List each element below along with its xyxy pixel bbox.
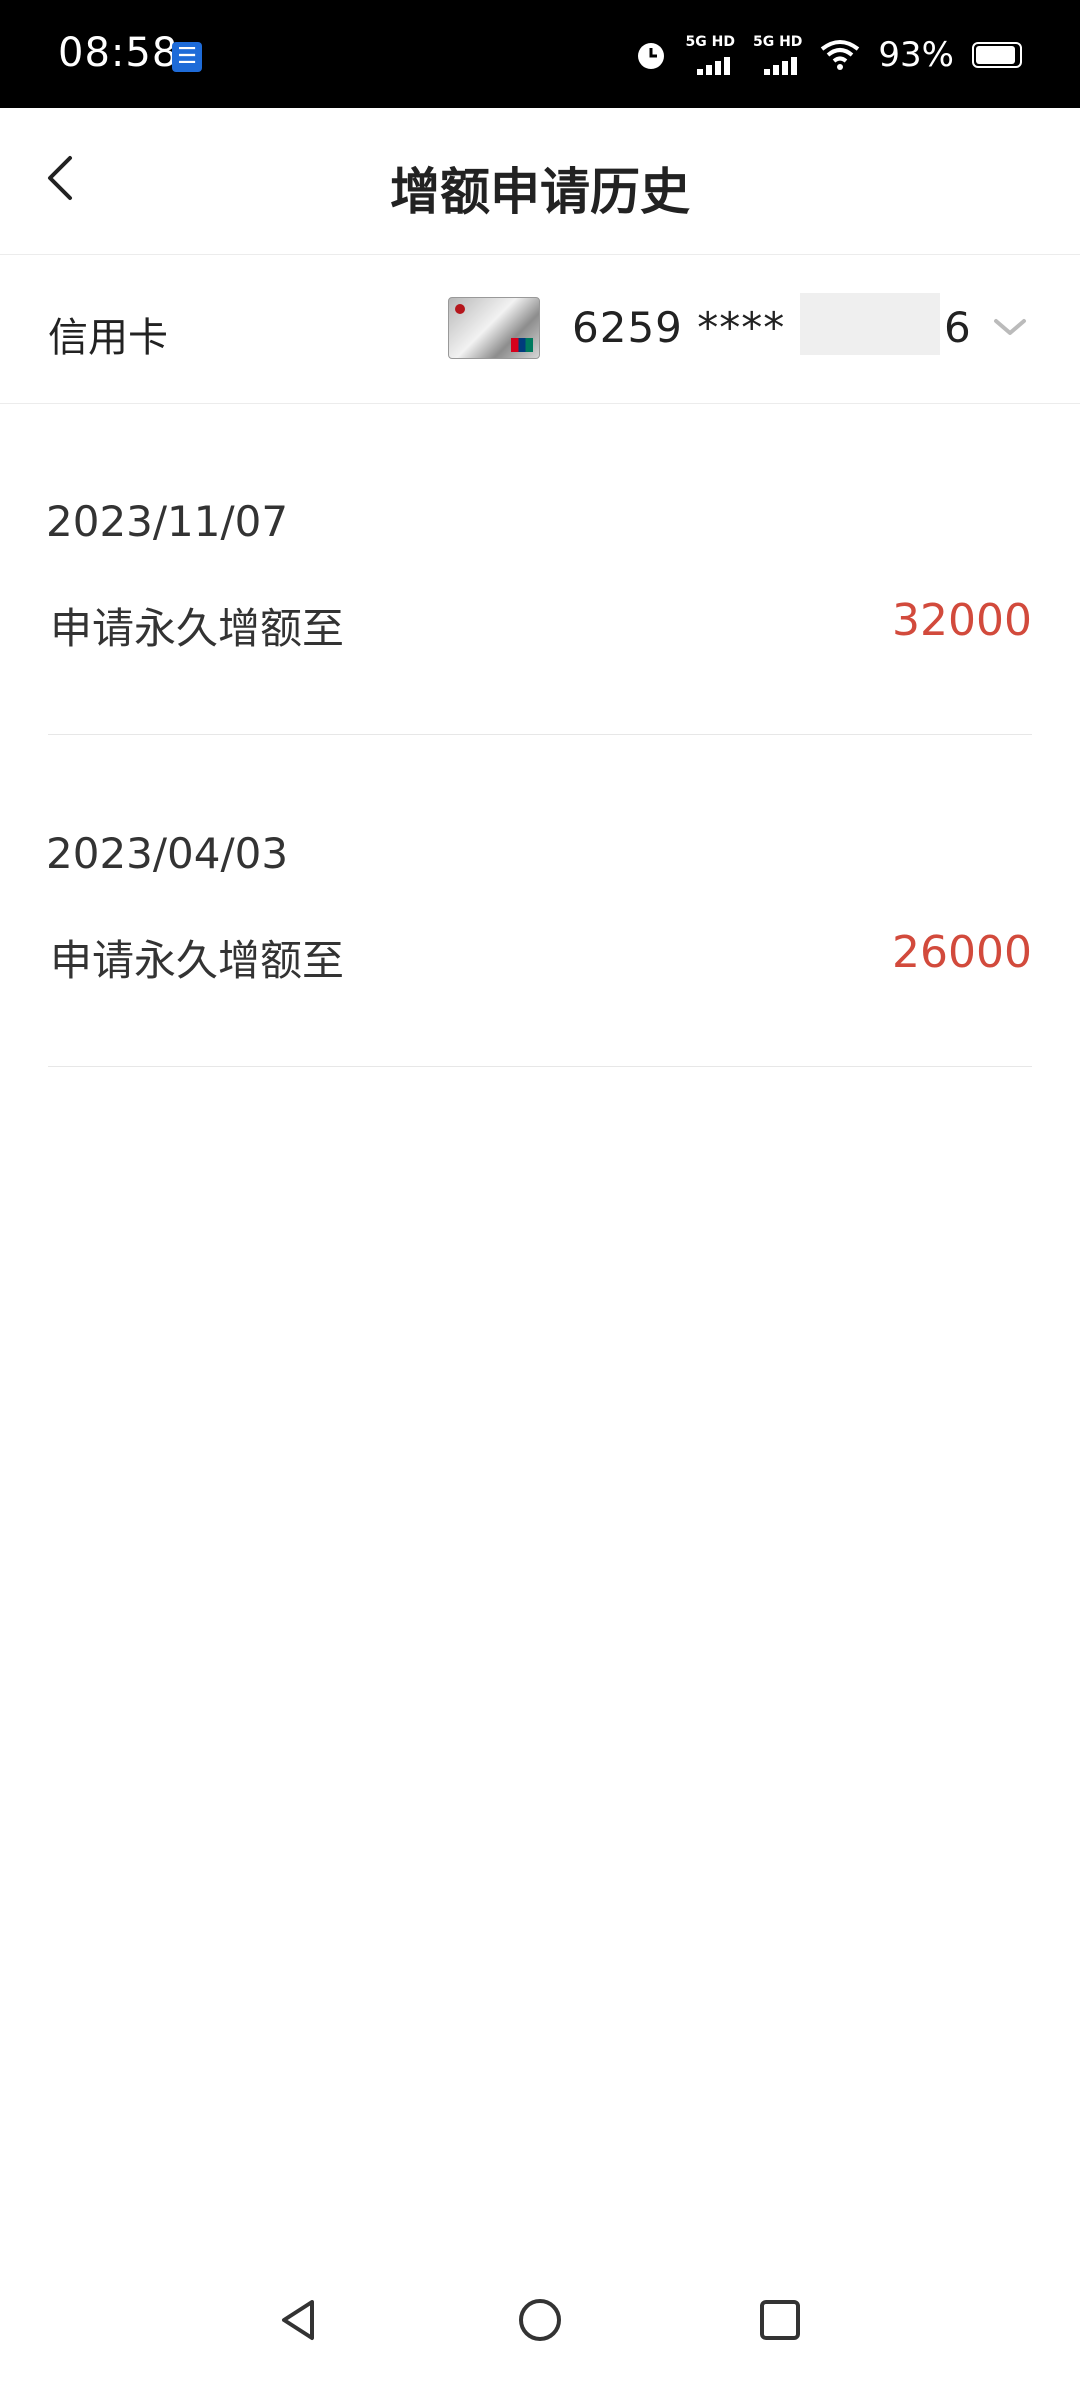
app-notification-icon: ☰: [172, 42, 202, 72]
recents-square-icon[interactable]: [750, 2290, 810, 2350]
record-description: 申请永久增额至: [50, 936, 345, 985]
wifi-icon: [821, 40, 860, 70]
record-date: 2023/04/03: [46, 829, 289, 878]
divider: [48, 734, 1032, 735]
signal-icon: [764, 57, 798, 75]
list-item: 2023/11/07 申请永久增额至 32000: [0, 405, 1080, 735]
signal-icon: [696, 57, 730, 75]
alarm-icon: [637, 43, 664, 69]
bank-logo-icon: [455, 304, 465, 314]
list-item: 2023/04/03 申请永久增额至 26000: [0, 737, 1080, 1067]
signal-2: 5G HD: [753, 35, 802, 75]
status-indicators: 5G HD 5G HD 93%: [634, 30, 1022, 80]
nav-bar: 增额申请历史: [0, 108, 1080, 255]
card-number-tail: 6: [944, 303, 971, 352]
battery-icon: [972, 42, 1022, 68]
card-selector[interactable]: 信用卡 6259 **** ** 6: [0, 255, 1080, 404]
network-label-1: 5G HD: [685, 34, 735, 50]
divider: [48, 1066, 1032, 1067]
signal-1: 5G HD: [686, 35, 735, 75]
card-thumbnail: [448, 297, 540, 359]
unionpay-logo-icon: [511, 338, 533, 352]
home-circle-icon[interactable]: [510, 2290, 570, 2350]
record-amount: 26000: [892, 927, 1032, 978]
status-bar: 08:58 ☰ 5G HD 5G HD 93%: [0, 0, 1080, 108]
battery-percent: 93%: [878, 35, 954, 75]
record-amount: 32000: [892, 595, 1032, 646]
chevron-down-icon[interactable]: [990, 313, 1030, 343]
card-number-redaction: [800, 293, 940, 355]
record-date: 2023/11/07: [46, 497, 289, 546]
status-time: 08:58: [58, 30, 179, 76]
card-label: 信用卡: [48, 315, 168, 361]
network-label-2: 5G HD: [752, 34, 803, 50]
page-title: 增额申请历史: [390, 163, 690, 221]
back-triangle-icon[interactable]: [268, 2290, 328, 2350]
record-description: 申请永久增额至: [50, 604, 345, 653]
system-navigation-bar: [0, 2250, 1080, 2400]
battery-level: [976, 46, 1015, 64]
